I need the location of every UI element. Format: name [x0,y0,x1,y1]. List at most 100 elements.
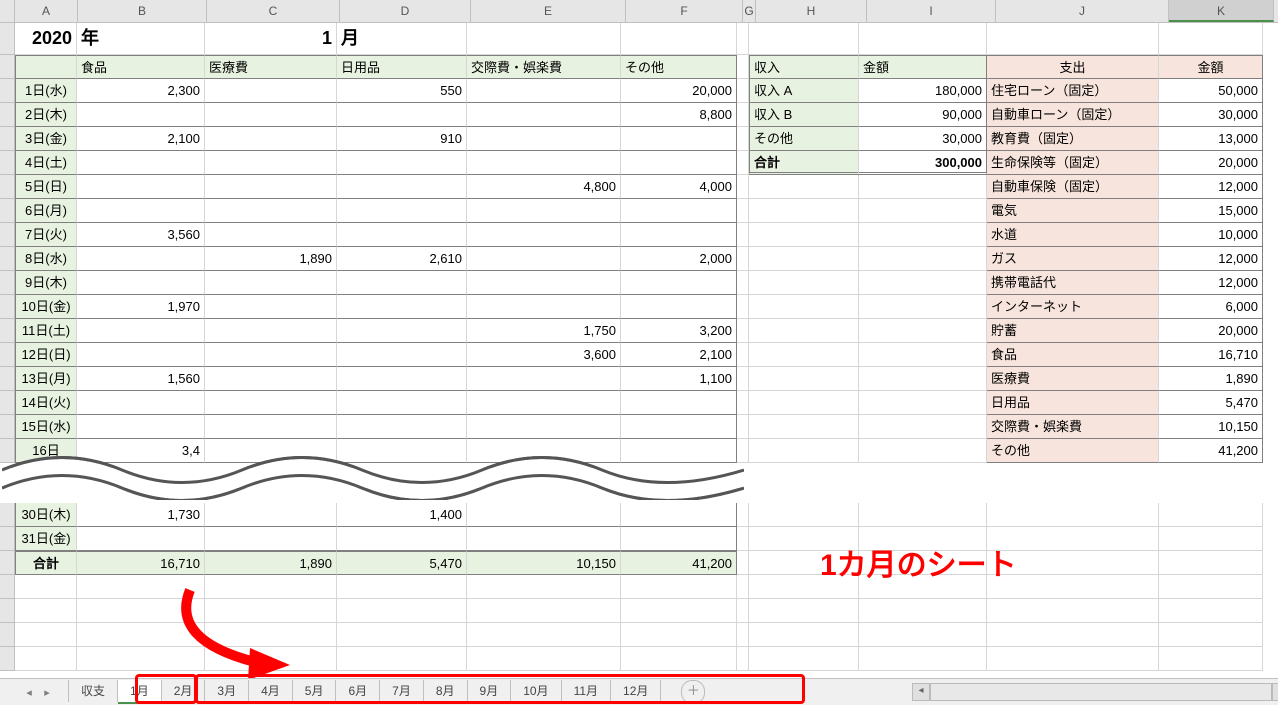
cell-daily[interactable] [337,151,467,175]
blank[interactable] [859,223,987,247]
day-label[interactable]: 4日(土) [15,151,77,175]
income-total-val[interactable]: 300,000 [859,151,987,175]
gap[interactable] [737,23,749,55]
gap[interactable] [737,175,749,199]
blank[interactable] [1159,647,1263,671]
blank[interactable] [749,599,859,623]
blank[interactable] [621,647,737,671]
blank[interactable] [1159,527,1263,551]
hdr-other[interactable]: その他 [621,55,737,79]
cell-food[interactable] [77,527,205,551]
cell-other[interactable] [621,415,737,439]
blank[interactable] [859,503,987,527]
expense-val[interactable]: 16,710 [1159,343,1263,367]
cell-medical[interactable] [205,503,337,527]
cell-other[interactable] [621,295,737,319]
expense-label[interactable]: 水道 [987,223,1159,247]
cell-other[interactable] [621,527,737,551]
scroll-track[interactable] [930,683,1272,701]
gap[interactable] [737,127,749,151]
hdr-daily[interactable]: 日用品 [337,55,467,79]
gap[interactable] [737,223,749,247]
blank[interactable] [621,623,737,647]
expense-label[interactable]: 携帯電話代 [987,271,1159,295]
blank[interactable] [749,367,859,391]
blank[interactable] [737,575,749,599]
blank[interactable] [859,199,987,223]
total-other[interactable]: 41,200 [621,551,737,575]
blank[interactable] [859,343,987,367]
cell-other[interactable]: 1,100 [621,367,737,391]
blank[interactable] [1159,503,1263,527]
expense-val[interactable]: 6,000 [1159,295,1263,319]
blank[interactable] [987,599,1159,623]
blank[interactable] [859,599,987,623]
hdr-income-amt[interactable]: 金額 [859,55,987,79]
cell-social[interactable] [467,295,621,319]
cell-daily[interactable]: 910 [337,127,467,151]
sheet-tab-9月[interactable]: 9月 [468,680,512,702]
cell-daily[interactable]: 1,400 [337,503,467,527]
blank[interactable] [859,415,987,439]
cell-daily[interactable] [337,527,467,551]
gap[interactable] [737,391,749,415]
sheet-tab-6月[interactable]: 6月 [336,680,380,702]
blank[interactable] [15,599,77,623]
cell-food[interactable]: 1,970 [77,295,205,319]
expense-val[interactable]: 50,000 [1159,79,1263,103]
cell-daily[interactable] [337,295,467,319]
cell-social[interactable] [467,271,621,295]
blank[interactable] [77,575,205,599]
income-label[interactable]: その他 [749,127,859,151]
blank[interactable] [859,319,987,343]
cell-medical[interactable] [205,367,337,391]
blank[interactable] [467,575,621,599]
cell-medical[interactable]: 1,890 [205,247,337,271]
cell-daily[interactable] [337,199,467,223]
col-D[interactable]: D [340,0,471,22]
gap[interactable] [737,367,749,391]
blank[interactable] [749,271,859,295]
expense-label[interactable]: 食品 [987,343,1159,367]
add-sheet-button[interactable]: ＋ [681,680,705,704]
col-G[interactable]: G [743,0,756,22]
blank[interactable] [749,247,859,271]
hdr-blank[interactable] [15,55,77,79]
cell-social[interactable]: 3,600 [467,343,621,367]
expense-label[interactable]: 生命保険等（固定） [987,151,1159,175]
cell-medical[interactable] [205,527,337,551]
cell-other[interactable] [621,127,737,151]
hdr-food[interactable]: 食品 [77,55,205,79]
blank[interactable] [859,367,987,391]
day-label[interactable]: 14日(火) [15,391,77,415]
cell-social[interactable]: 1,750 [467,319,621,343]
cell-medical[interactable] [205,391,337,415]
gap[interactable] [737,151,749,175]
blank[interactable] [621,23,737,55]
sheet-tab-8月[interactable]: 8月 [424,680,468,702]
col-K[interactable]: K [1169,0,1274,22]
cell-other[interactable]: 2,000 [621,247,737,271]
day-label[interactable]: 30日(木) [15,503,77,527]
gap[interactable] [737,415,749,439]
cell-daily[interactable]: 2,610 [337,247,467,271]
blank[interactable] [621,599,737,623]
cell-medical[interactable] [205,103,337,127]
col-H[interactable]: H [756,0,867,22]
cell-social[interactable] [467,367,621,391]
expense-label[interactable]: インターネット [987,295,1159,319]
expense-label[interactable]: ガス [987,247,1159,271]
blank[interactable] [205,623,337,647]
blank[interactable] [749,503,859,527]
blank[interactable] [859,271,987,295]
expense-val[interactable]: 41,200 [1159,439,1263,463]
sheet-tab-収支[interactable]: 収支 [68,680,118,702]
expense-val[interactable]: 12,000 [1159,247,1263,271]
col-C[interactable]: C [207,0,340,22]
blank[interactable] [749,415,859,439]
blank[interactable] [737,647,749,671]
cell-daily[interactable] [337,103,467,127]
cell-social[interactable] [467,503,621,527]
blank[interactable] [987,623,1159,647]
blank[interactable] [15,647,77,671]
